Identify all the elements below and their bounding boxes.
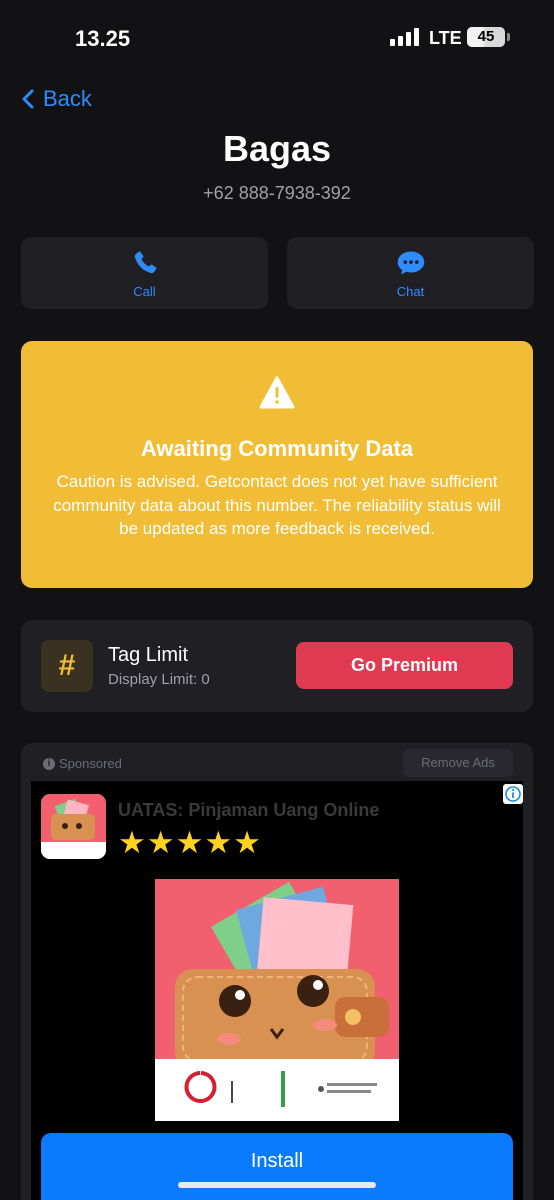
chevron-left-icon	[22, 89, 34, 109]
sponsored-label: i Sponsored	[43, 756, 122, 771]
battery-tip	[507, 33, 510, 41]
ojk-afpi-logos	[184, 1071, 377, 1107]
sponsored-text: Sponsored	[59, 756, 122, 771]
chat-label: Chat	[396, 284, 425, 299]
network-type: LTE	[429, 28, 462, 48]
call-button[interactable]: Call	[21, 237, 268, 309]
chat-bubble-icon	[397, 251, 424, 275]
warning-triangle-icon	[259, 376, 295, 409]
tag-limit-card: # Tag Limit Display Limit: 0 Go Premium	[21, 620, 533, 712]
back-label: Back	[43, 86, 92, 111]
battery-icon: 45	[467, 27, 505, 47]
ad-banner-footer	[155, 1059, 399, 1121]
signal-strength-icon	[390, 28, 420, 46]
contact-phone[interactable]: +62 888-7938-392	[0, 183, 554, 204]
sponsored-ad-card: i Sponsored Remove Ads UATAS: Pinjaman U…	[21, 743, 533, 1200]
chat-button[interactable]: Chat	[287, 237, 534, 309]
alert-message: Caution is advised. Getcontact does not …	[53, 472, 501, 538]
hash-icon: #	[41, 640, 93, 692]
status-time: 13.25	[75, 26, 131, 51]
info-icon: i	[43, 757, 55, 770]
call-label: Call	[133, 284, 156, 299]
adchoices-icon[interactable]	[503, 784, 523, 804]
contact-name: Bagas	[222, 128, 332, 169]
ad-rating-stars: ★★★★★	[118, 825, 262, 860]
ad-content[interactable]: UATAS: Pinjaman Uang Online ★★★★★ Instal…	[31, 781, 523, 1200]
install-button[interactable]: Install	[41, 1133, 513, 1200]
remove-ads-button[interactable]: Remove Ads	[403, 749, 513, 777]
tag-limit-title: Tag Limit	[108, 644, 189, 666]
ad-app-name[interactable]: UATAS: Pinjaman Uang Online	[118, 800, 379, 821]
home-indicator[interactable]	[178, 1182, 376, 1188]
go-premium-button[interactable]: Go Premium	[296, 642, 513, 689]
status-bar: 13.25 LTE 45	[0, 0, 554, 70]
alert-title: Awaiting Community Data	[140, 436, 414, 461]
ad-banner-image[interactable]	[155, 879, 399, 1121]
wallet-logo-icon	[41, 794, 106, 859]
back-button[interactable]: Back	[22, 84, 92, 114]
ad-app-icon[interactable]	[41, 794, 106, 859]
phone-icon	[134, 251, 156, 274]
community-data-alert: Awaiting Community Data Caution is advis…	[21, 341, 533, 588]
battery-percent: 45	[477, 28, 495, 45]
tag-limit-subtitle: Display Limit: 0	[108, 671, 210, 688]
